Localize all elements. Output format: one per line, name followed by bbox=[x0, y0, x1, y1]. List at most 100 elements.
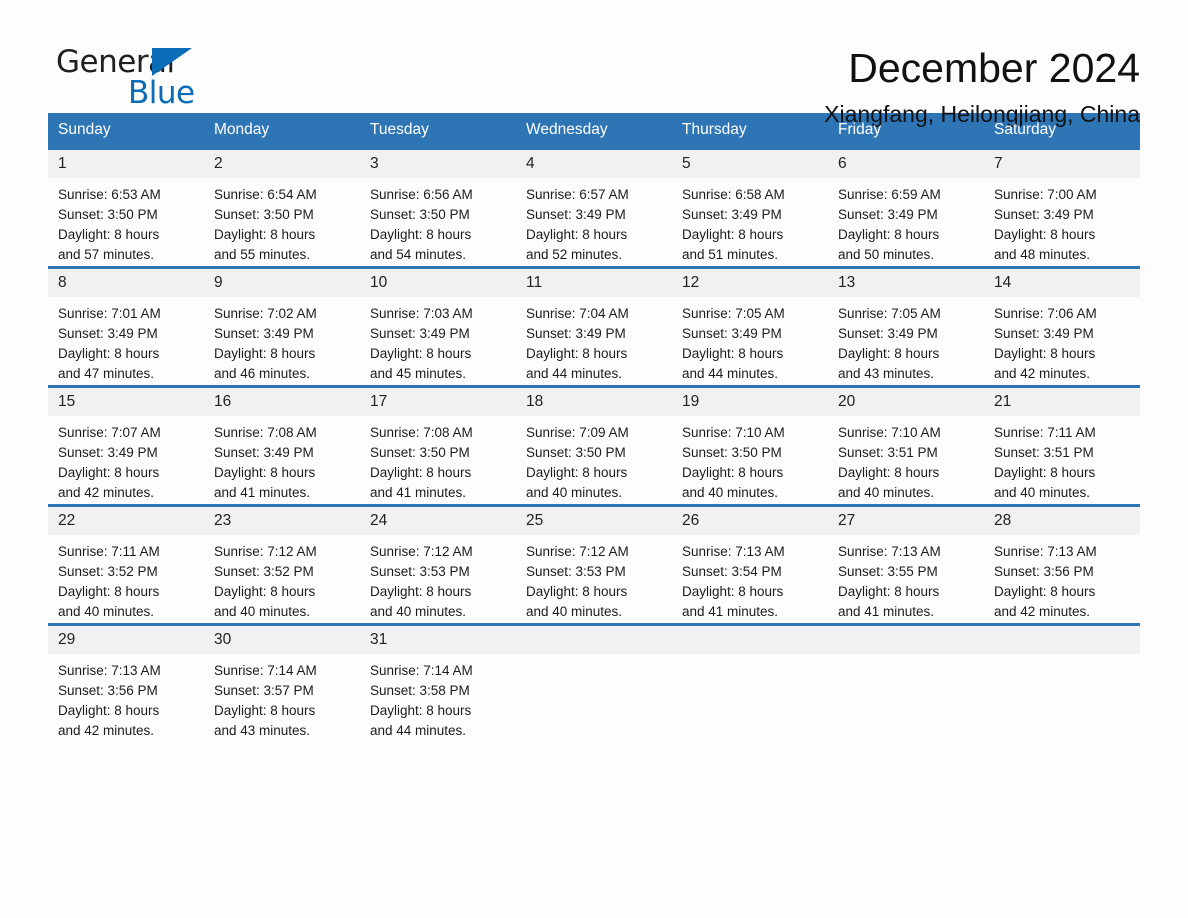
day-details: Sunrise: 7:02 AM Sunset: 3:49 PM Daylight:… bbox=[204, 297, 360, 384]
calendar-day-cell[interactable]: 18 Sunrise: 7:09 AM Sunset: 3:50 PM Dayligh… bbox=[516, 385, 672, 506]
calendar-day-cell[interactable]: 31 Sunrise: 7:14 AM Sunset: 3:58 PM Dayligh… bbox=[360, 623, 516, 742]
calendar-day-cell[interactable]: 22 Sunrise: 7:11 AM Sunset: 3:52 PM Dayligh… bbox=[48, 504, 204, 625]
daylight-duration-line2: and 42 minutes. bbox=[58, 723, 155, 738]
day-number: 3 bbox=[360, 150, 516, 178]
sunset-time: Sunset: 3:53 PM bbox=[526, 564, 626, 579]
daylight-duration-line2: and 45 minutes. bbox=[370, 366, 467, 381]
sunset-time: Sunset: 3:49 PM bbox=[526, 207, 626, 222]
calendar-day-cell[interactable]: 24 Sunrise: 7:12 AM Sunset: 3:53 PM Dayligh… bbox=[360, 504, 516, 625]
calendar-day-cell[interactable]: 12 Sunrise: 7:05 AM Sunset: 3:49 PM Dayligh… bbox=[672, 266, 828, 387]
day-details: Sunrise: 6:57 AM Sunset: 3:49 PM Daylight:… bbox=[516, 178, 672, 265]
day-details: Sunrise: 6:56 AM Sunset: 3:50 PM Daylight:… bbox=[360, 178, 516, 265]
calendar-day-cell[interactable]: 1 Sunrise: 6:53 AM Sunset: 3:50 PM Daylight… bbox=[48, 147, 204, 268]
daylight-duration-line1: Daylight: 8 hours bbox=[682, 227, 784, 242]
calendar-day-cell[interactable]: 6 Sunrise: 6:59 AM Sunset: 3:49 PM Daylight… bbox=[828, 147, 984, 268]
daylight-duration-line2: and 40 minutes. bbox=[370, 604, 467, 619]
calendar-day-cell-empty bbox=[672, 623, 828, 742]
calendar-day-cell-empty bbox=[984, 623, 1140, 742]
sunrise-time: Sunrise: 7:14 AM bbox=[370, 663, 473, 678]
day-details: Sunrise: 7:11 AM Sunset: 3:52 PM Daylight:… bbox=[48, 535, 204, 622]
calendar-day-cell[interactable]: 19 Sunrise: 7:10 AM Sunset: 3:50 PM Dayligh… bbox=[672, 385, 828, 506]
calendar-day-cell[interactable]: 2 Sunrise: 6:54 AM Sunset: 3:50 PM Daylight… bbox=[204, 147, 360, 268]
day-number: 29 bbox=[48, 626, 204, 654]
day-number: 10 bbox=[360, 269, 516, 297]
day-number: 20 bbox=[828, 388, 984, 416]
sunrise-time: Sunrise: 7:11 AM bbox=[58, 544, 160, 559]
sunset-time: Sunset: 3:51 PM bbox=[838, 445, 938, 460]
sunset-time: Sunset: 3:50 PM bbox=[370, 445, 470, 460]
day-details: Sunrise: 7:13 AM Sunset: 3:56 PM Daylight:… bbox=[48, 654, 204, 741]
calendar-day-cell[interactable]: 15 Sunrise: 7:07 AM Sunset: 3:49 PM Dayligh… bbox=[48, 385, 204, 506]
day-details: Sunrise: 7:12 AM Sunset: 3:53 PM Daylight:… bbox=[516, 535, 672, 622]
daylight-duration-line1: Daylight: 8 hours bbox=[994, 227, 1096, 242]
day-number: 23 bbox=[204, 507, 360, 535]
calendar-day-cell[interactable]: 29 Sunrise: 7:13 AM Sunset: 3:56 PM Dayligh… bbox=[48, 623, 204, 742]
calendar-day-cell[interactable]: 10 Sunrise: 7:03 AM Sunset: 3:49 PM Dayligh… bbox=[360, 266, 516, 387]
daylight-duration-line2: and 54 minutes. bbox=[370, 247, 467, 262]
day-details: Sunrise: 7:14 AM Sunset: 3:57 PM Daylight:… bbox=[204, 654, 360, 741]
day-number: 31 bbox=[360, 626, 516, 654]
daylight-duration-line1: Daylight: 8 hours bbox=[370, 346, 472, 361]
calendar-day-cell[interactable]: 4 Sunrise: 6:57 AM Sunset: 3:49 PM Daylight… bbox=[516, 147, 672, 268]
daylight-duration-line1: Daylight: 8 hours bbox=[526, 584, 628, 599]
calendar-day-cell[interactable]: 30 Sunrise: 7:14 AM Sunset: 3:57 PM Dayligh… bbox=[204, 623, 360, 742]
day-details: Sunrise: 7:12 AM Sunset: 3:53 PM Daylight:… bbox=[360, 535, 516, 622]
sunrise-time: Sunrise: 7:09 AM bbox=[526, 425, 629, 440]
day-details: Sunrise: 7:10 AM Sunset: 3:51 PM Daylight:… bbox=[828, 416, 984, 503]
calendar-day-cell[interactable]: 25 Sunrise: 7:12 AM Sunset: 3:53 PM Dayligh… bbox=[516, 504, 672, 625]
day-details: Sunrise: 7:04 AM Sunset: 3:49 PM Daylight:… bbox=[516, 297, 672, 384]
daylight-duration-line1: Daylight: 8 hours bbox=[370, 227, 472, 242]
calendar-day-cell[interactable]: 14 Sunrise: 7:06 AM Sunset: 3:49 PM Dayligh… bbox=[984, 266, 1140, 387]
daylight-duration-line1: Daylight: 8 hours bbox=[838, 227, 940, 242]
calendar-day-cell[interactable]: 13 Sunrise: 7:05 AM Sunset: 3:49 PM Dayligh… bbox=[828, 266, 984, 387]
calendar-day-cell[interactable]: 26 Sunrise: 7:13 AM Sunset: 3:54 PM Dayligh… bbox=[672, 504, 828, 625]
daylight-duration-line1: Daylight: 8 hours bbox=[838, 346, 940, 361]
calendar-day-cell[interactable]: 11 Sunrise: 7:04 AM Sunset: 3:49 PM Dayligh… bbox=[516, 266, 672, 387]
day-details: Sunrise: 7:00 AM Sunset: 3:49 PM Daylight:… bbox=[984, 178, 1140, 265]
day-details: Sunrise: 6:54 AM Sunset: 3:50 PM Daylight:… bbox=[204, 178, 360, 265]
sunset-time: Sunset: 3:49 PM bbox=[526, 326, 626, 341]
calendar-day-cell[interactable]: 23 Sunrise: 7:12 AM Sunset: 3:52 PM Dayligh… bbox=[204, 504, 360, 625]
day-details: Sunrise: 7:12 AM Sunset: 3:52 PM Daylight:… bbox=[204, 535, 360, 622]
daylight-duration-line2: and 44 minutes. bbox=[370, 723, 467, 738]
calendar-day-cell[interactable]: 5 Sunrise: 6:58 AM Sunset: 3:49 PM Daylight… bbox=[672, 147, 828, 268]
day-details: Sunrise: 7:05 AM Sunset: 3:49 PM Daylight:… bbox=[672, 297, 828, 384]
calendar-day-cell[interactable]: 16 Sunrise: 7:08 AM Sunset: 3:49 PM Dayligh… bbox=[204, 385, 360, 506]
calendar-day-cell[interactable]: 28 Sunrise: 7:13 AM Sunset: 3:56 PM Dayligh… bbox=[984, 504, 1140, 625]
daylight-duration-line2: and 43 minutes. bbox=[214, 723, 311, 738]
day-details: Sunrise: 7:01 AM Sunset: 3:49 PM Daylight:… bbox=[48, 297, 204, 384]
day-details: Sunrise: 7:13 AM Sunset: 3:55 PM Daylight:… bbox=[828, 535, 984, 622]
calendar-day-cell[interactable]: 8 Sunrise: 7:01 AM Sunset: 3:49 PM Daylight… bbox=[48, 266, 204, 387]
day-details: Sunrise: 6:58 AM Sunset: 3:49 PM Daylight:… bbox=[672, 178, 828, 265]
general-blue-logo[interactable]: General Blue bbox=[48, 44, 218, 114]
calendar-page: General Blue December 2024 Xiangfang, He… bbox=[0, 0, 1188, 918]
day-number: 30 bbox=[204, 626, 360, 654]
day-number: 25 bbox=[516, 507, 672, 535]
sunrise-time: Sunrise: 7:07 AM bbox=[58, 425, 161, 440]
daylight-duration-line1: Daylight: 8 hours bbox=[58, 346, 160, 361]
calendar-day-cell[interactable]: 3 Sunrise: 6:56 AM Sunset: 3:50 PM Daylight… bbox=[360, 147, 516, 268]
calendar-day-cell[interactable]: 7 Sunrise: 7:00 AM Sunset: 3:49 PM Daylight… bbox=[984, 147, 1140, 268]
calendar-day-cell[interactable]: 27 Sunrise: 7:13 AM Sunset: 3:55 PM Dayligh… bbox=[828, 504, 984, 625]
page-header: General Blue December 2024 Xiangfang, He… bbox=[48, 0, 1140, 127]
day-number: 15 bbox=[48, 388, 204, 416]
sunrise-time: Sunrise: 7:12 AM bbox=[214, 544, 317, 559]
calendar-week-row: 8 Sunrise: 7:01 AM Sunset: 3:49 PM Daylight… bbox=[48, 266, 1140, 387]
sunset-time: Sunset: 3:49 PM bbox=[994, 207, 1094, 222]
logo-text-blue: Blue bbox=[128, 75, 195, 111]
calendar-day-cell[interactable]: 21 Sunrise: 7:11 AM Sunset: 3:51 PM Dayligh… bbox=[984, 385, 1140, 506]
calendar-day-cell[interactable]: 9 Sunrise: 7:02 AM Sunset: 3:49 PM Daylight… bbox=[204, 266, 360, 387]
calendar-day-cell[interactable]: 20 Sunrise: 7:10 AM Sunset: 3:51 PM Dayligh… bbox=[828, 385, 984, 506]
sunrise-time: Sunrise: 7:10 AM bbox=[682, 425, 785, 440]
calendar-day-cell[interactable]: 17 Sunrise: 7:08 AM Sunset: 3:50 PM Dayligh… bbox=[360, 385, 516, 506]
day-number: 18 bbox=[516, 388, 672, 416]
day-details: Sunrise: 7:10 AM Sunset: 3:50 PM Daylight:… bbox=[672, 416, 828, 503]
day-number: 6 bbox=[828, 150, 984, 178]
day-details: Sunrise: 7:08 AM Sunset: 3:50 PM Daylight:… bbox=[360, 416, 516, 503]
logo-triangle-icon bbox=[152, 48, 192, 76]
daylight-duration-line1: Daylight: 8 hours bbox=[370, 465, 472, 480]
sunset-time: Sunset: 3:56 PM bbox=[58, 683, 158, 698]
sunset-time: Sunset: 3:54 PM bbox=[682, 564, 782, 579]
day-number: 28 bbox=[984, 507, 1140, 535]
day-number: 13 bbox=[828, 269, 984, 297]
